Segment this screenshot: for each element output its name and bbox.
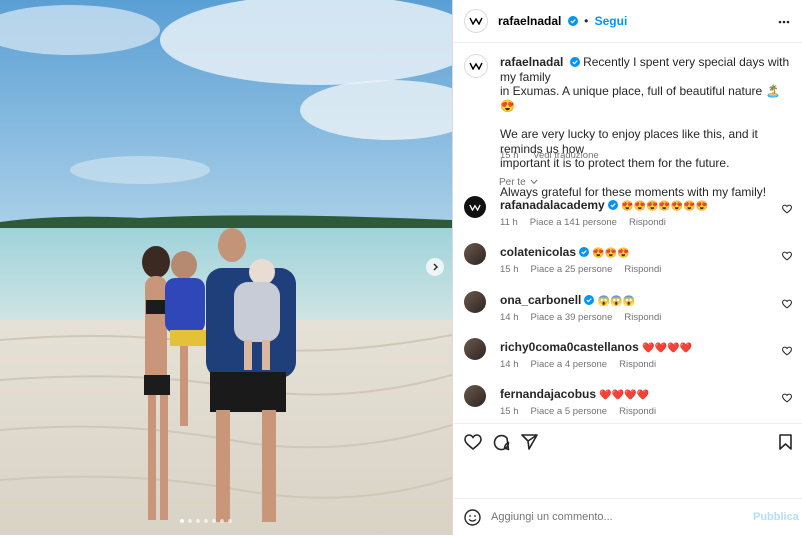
comment-like-heart-icon[interactable] xyxy=(782,251,792,261)
verified-badge-icon xyxy=(579,247,590,257)
carousel-next-button[interactable] xyxy=(426,258,444,276)
carousel-indicator xyxy=(180,519,232,523)
verified-badge-icon xyxy=(567,16,578,26)
carousel-dot xyxy=(228,519,232,523)
comment-like-heart-icon[interactable] xyxy=(782,204,792,214)
carousel-dot xyxy=(180,519,184,523)
caption-username[interactable]: rafaelnadal xyxy=(500,55,563,69)
nadal-logo-icon xyxy=(469,62,483,70)
comment-time: 14 h xyxy=(500,312,519,323)
comment-likes[interactable]: Piace a 141 persone xyxy=(530,217,617,228)
comment-username[interactable]: ona_carbonell xyxy=(500,293,581,307)
post-caption: rafaelnadal Recently I spent very specia… xyxy=(500,55,796,199)
carousel-dot xyxy=(212,519,216,523)
avatar[interactable] xyxy=(464,196,486,218)
caption-text: in Exumas. A unique place, full of beaut… xyxy=(500,84,781,113)
share-icon[interactable] xyxy=(521,434,538,450)
comment-likes[interactable]: Piace a 4 persone xyxy=(531,359,608,370)
comment-username[interactable]: richy0coma0castellanos xyxy=(500,340,639,354)
chevron-right-icon xyxy=(433,263,438,271)
avatar[interactable] xyxy=(464,54,488,78)
reply-button[interactable]: Rispondi xyxy=(624,312,661,323)
comment-text: 😍😍😍😍😍😍😍 xyxy=(621,201,709,212)
see-translation-link[interactable]: Vedi traduzione xyxy=(533,150,599,161)
comment-text: ❤️❤️❤️❤️ xyxy=(599,390,650,401)
comment-time: 15 h xyxy=(500,264,519,275)
carousel-dot xyxy=(196,519,200,523)
heart-icon[interactable] xyxy=(464,434,482,450)
comment-time: 15 h xyxy=(500,406,519,417)
reply-button[interactable]: Rispondi xyxy=(619,406,656,417)
post-photo[interactable] xyxy=(0,0,452,535)
post-header: rafaelnadal • Segui xyxy=(453,0,802,43)
verified-badge-icon xyxy=(569,57,580,67)
comment-icon[interactable] xyxy=(493,434,510,451)
comment-username[interactable]: fernandajacobus xyxy=(500,387,596,401)
comment-text: 😱😱😱 xyxy=(597,296,636,307)
caption-text: Always grateful for these moments with m… xyxy=(500,184,767,199)
comment-like-heart-icon[interactable] xyxy=(782,299,792,309)
comment-like-heart-icon[interactable] xyxy=(782,393,792,403)
avatar[interactable] xyxy=(464,291,486,313)
comment-like-heart-icon[interactable] xyxy=(782,346,792,356)
bookmark-icon[interactable] xyxy=(779,434,792,450)
comment-item: richy0coma0castellanos ❤️❤️❤️❤️ xyxy=(500,340,770,357)
emoji-icon[interactable] xyxy=(464,509,481,526)
comment-item: ona_carbonell 😱😱😱 xyxy=(500,293,770,310)
post-side-panel: rafaelnadal • Segui rafaelnadal Recently… xyxy=(452,0,802,535)
nadal-logo-icon xyxy=(469,17,483,25)
reply-button[interactable]: Rispondi xyxy=(624,264,661,275)
reply-button[interactable]: Rispondi xyxy=(629,217,666,228)
carousel-dot xyxy=(188,519,192,523)
chevron-down-icon xyxy=(531,179,538,185)
comment-username[interactable]: colatenicolas xyxy=(500,245,576,259)
verified-badge-icon xyxy=(584,295,595,305)
verified-badge-icon xyxy=(607,200,618,210)
comment-meta: 15 h Piace a 5 persone Rispondi xyxy=(500,406,668,417)
post-actions-bar xyxy=(453,423,802,499)
comment-likes[interactable]: Piace a 5 persone xyxy=(531,406,608,417)
separator-dot: • xyxy=(584,14,589,28)
comment-item: rafanadalacademy 😍😍😍😍😍😍😍 xyxy=(500,198,770,215)
avatar[interactable] xyxy=(464,9,488,33)
carousel-dot xyxy=(204,519,208,523)
reply-button[interactable]: Rispondi xyxy=(619,359,656,370)
comment-text: 😍😍😍 xyxy=(592,248,630,259)
comment-meta: 11 h Piace a 141 persone Rispondi xyxy=(500,217,678,228)
comment-username[interactable]: rafanadalacademy xyxy=(500,198,605,212)
comment-item: fernandajacobus ❤️❤️❤️❤️ xyxy=(500,387,770,404)
publish-button[interactable]: Pubblica xyxy=(753,511,799,523)
post-time: 15 h xyxy=(500,150,519,161)
caption-meta: 15 h Vedi traduzione xyxy=(500,150,611,161)
avatar[interactable] xyxy=(464,338,486,360)
comment-meta: 14 h Piace a 4 persone Rispondi xyxy=(500,359,668,370)
academy-logo-icon xyxy=(469,204,481,211)
comment-item: colatenicolas 😍😍😍 xyxy=(500,245,770,262)
comment-composer: Pubblica xyxy=(453,498,802,536)
avatar[interactable] xyxy=(464,243,486,265)
carousel-dot xyxy=(220,519,224,523)
follow-button[interactable]: Segui xyxy=(595,14,628,28)
comment-time: 11 h xyxy=(500,217,518,228)
comment-likes[interactable]: Piace a 25 persone xyxy=(531,264,613,275)
for-you-filter[interactable]: Per te xyxy=(499,177,538,188)
comment-meta: 15 h Piace a 25 persone Rispondi xyxy=(500,264,673,275)
more-options-button[interactable] xyxy=(778,15,790,33)
comment-likes[interactable]: Piace a 39 persone xyxy=(531,312,613,323)
more-horizontal-icon xyxy=(778,20,790,24)
comment-time: 14 h xyxy=(500,359,519,370)
comment-meta: 14 h Piace a 39 persone Rispondi xyxy=(500,312,673,323)
avatar[interactable] xyxy=(464,385,486,407)
comment-input[interactable] xyxy=(491,509,711,525)
comment-text: ❤️❤️❤️❤️ xyxy=(642,343,692,354)
post-author-username[interactable]: rafaelnadal xyxy=(498,14,561,28)
beach-family-image xyxy=(0,0,452,535)
for-you-label: Per te xyxy=(499,177,526,188)
